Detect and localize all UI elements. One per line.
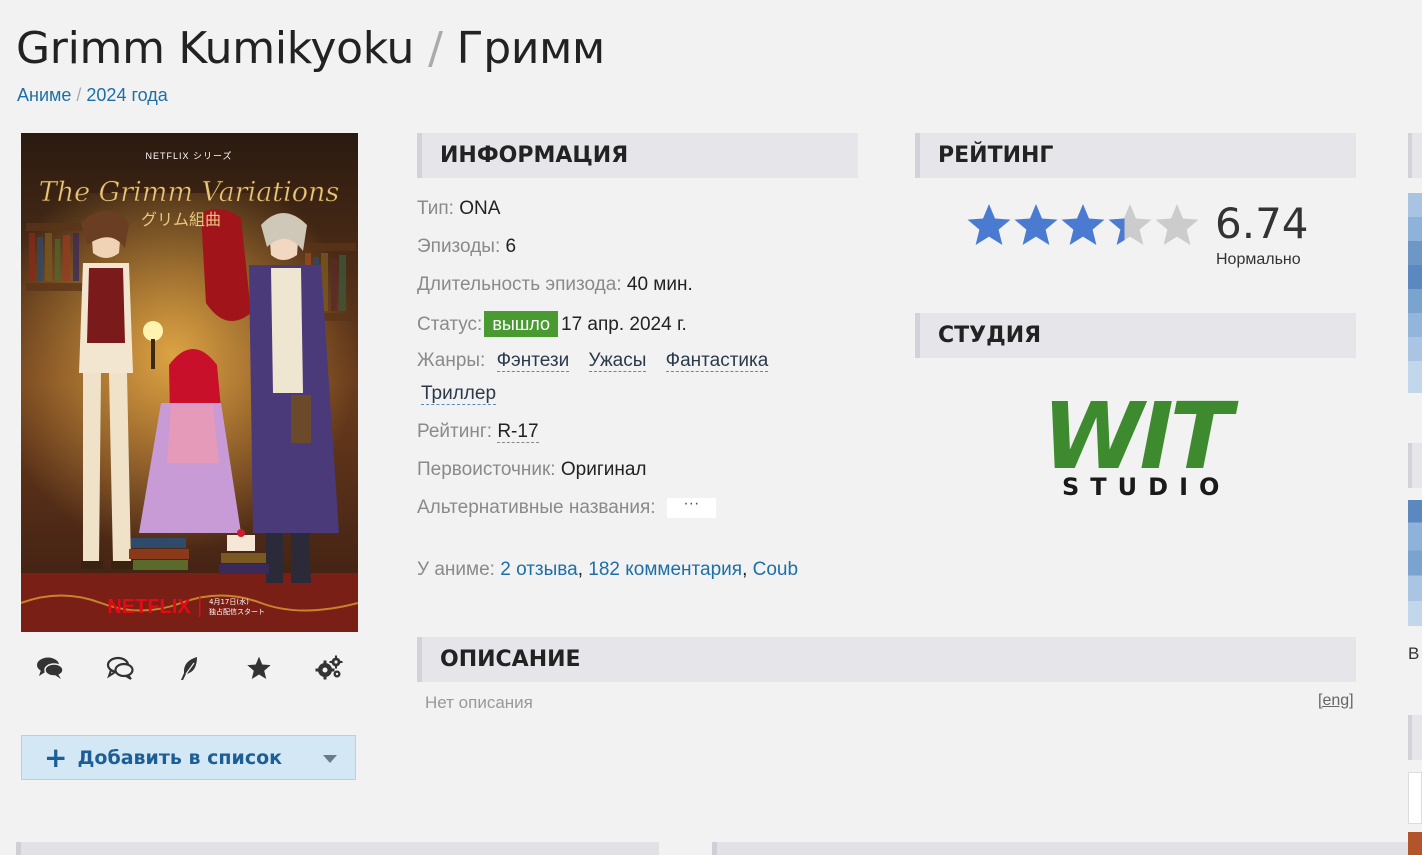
genre-link[interactable]: Триллер [421, 383, 497, 405]
info-rating-row: Рейтинг: R-17 [417, 420, 539, 444]
add-to-list-label: Добавить в список [77, 746, 283, 769]
source-value: Оригинал [560, 459, 647, 480]
title-russian: Гримм [456, 23, 606, 74]
breadcrumb-separator: / [76, 85, 82, 105]
poster-top-label: NETFLIX シリーズ [145, 150, 232, 161]
comments-link[interactable]: 182 комментария [588, 559, 742, 580]
alt-names-expand-button[interactable]: ··· [666, 495, 716, 518]
type-value: ONA [459, 198, 501, 219]
sidebar-heading-fragment [1408, 443, 1422, 488]
status-date: 17 апр. 2024 г. [561, 314, 687, 335]
star-filled-icon [967, 204, 1011, 245]
episodes-label: Эпизоды: [417, 236, 501, 257]
action-icons [21, 650, 358, 686]
rating-score: 6.74 [1215, 199, 1309, 248]
star-filled-icon [1014, 204, 1058, 245]
duration-value: 40 мин. [626, 274, 693, 295]
info-status-row: Статус: вышло 17 апр. 2024 г. [417, 311, 687, 337]
info-alt-names-row: Альтернативные названия: ··· [417, 495, 716, 520]
chevron-down-icon[interactable] [323, 755, 337, 763]
sidebar-heading-fragment [1408, 133, 1422, 178]
status-badge: вышло [484, 311, 558, 337]
poster-brand: NETFLIX [107, 596, 191, 618]
discussion-icon[interactable] [102, 650, 138, 686]
page-title: Grimm Kumikyoku / Гримм [16, 20, 605, 78]
rating-score-label: Нормально [1216, 251, 1301, 268]
feather-icon[interactable] [171, 650, 207, 686]
studio-logo[interactable]: WIT STUDIO [1040, 380, 1243, 510]
sidebar-bars-fragment [1408, 500, 1422, 626]
english-description-link[interactable]: [eng] [1318, 692, 1354, 710]
genre-link[interactable]: Ужасы [588, 350, 647, 372]
alt-names-label: Альтернативные названия: [417, 497, 656, 518]
gears-icon[interactable] [311, 650, 347, 686]
poster-image[interactable]: NETFLIX シリーズ The Grimm Variations グリム組曲 … [21, 133, 358, 632]
info-genres-row-2: Триллер [417, 382, 497, 406]
title-separator: / [428, 23, 443, 74]
poster-logo-jp: グリム組曲 [141, 210, 221, 229]
duration-label: Длительность эпизода: [417, 274, 622, 295]
info-links-row: У аниме: 2 отзыва, 182 комментария, Coub [417, 559, 799, 580]
age-rating-value[interactable]: R-17 [497, 421, 539, 443]
breadcrumb-year[interactable]: 2024 года [86, 85, 167, 105]
sidebar-bars-fragment [1408, 193, 1422, 393]
description-text: Нет описания [425, 693, 533, 712]
status-label: Статус: [417, 314, 483, 335]
add-to-list-button[interactable]: + Добавить в список [21, 735, 356, 780]
links-label: У аниме: [417, 559, 495, 580]
poster-date-line2: 独占配信スタート [209, 607, 265, 616]
comments-icon[interactable] [32, 650, 68, 686]
info-episodes-row: Эпизоды: 6 [417, 235, 516, 259]
title-original: Grimm Kumikyoku [16, 23, 415, 74]
info-genres-row: Жанры: Фэнтези Ужасы Фантастика [417, 349, 769, 373]
reviews-link[interactable]: 2 отзыва [500, 559, 578, 580]
genre-link[interactable]: Фэнтези [496, 350, 570, 372]
description-heading: ОПИСАНИЕ [417, 637, 1356, 682]
breadcrumb-anime[interactable]: Аниме [17, 85, 71, 105]
studio-heading: СТУДИЯ [915, 313, 1356, 358]
coub-link[interactable]: Coub [753, 559, 798, 580]
studio-logo-sub: STUDIO [1062, 473, 1230, 501]
star-icon[interactable] [241, 650, 277, 686]
sidebar-thumbnail[interactable] [1408, 832, 1422, 855]
sidebar-thumbnail[interactable] [1408, 772, 1422, 824]
sidebar-text-fragment: В [1408, 644, 1420, 663]
rating-stars [965, 202, 1207, 255]
star-empty-icon [1155, 204, 1199, 245]
episodes-value: 6 [505, 236, 517, 257]
sidebar-heading-fragment [1408, 715, 1422, 760]
info-type-row: Тип: ONA [417, 197, 500, 221]
poster-date-line1: 4月17日(水) [209, 597, 249, 606]
bottom-section-right [712, 842, 1421, 855]
info-heading: ИНФОРМАЦИЯ [417, 133, 858, 178]
info-source-row: Первоисточник: Оригинал [417, 458, 647, 482]
poster-logo-text: The Grimm Variations [39, 177, 340, 208]
genres-label: Жанры: [417, 350, 486, 371]
bottom-section-left [16, 842, 659, 855]
rating-heading: РЕЙТИНГ [915, 133, 1356, 178]
type-label: Тип: [417, 198, 454, 219]
source-label: Первоисточник: [417, 459, 556, 480]
info-duration-row: Длительность эпизода: 40 мин. [417, 273, 693, 297]
age-rating-label: Рейтинг: [417, 421, 493, 442]
plus-icon: + [44, 740, 68, 774]
star-filled-icon [1061, 204, 1105, 245]
breadcrumb: Аниме/2024 года [17, 84, 168, 106]
star-partial-icon [1108, 204, 1152, 245]
genre-link[interactable]: Фантастика [665, 350, 769, 372]
